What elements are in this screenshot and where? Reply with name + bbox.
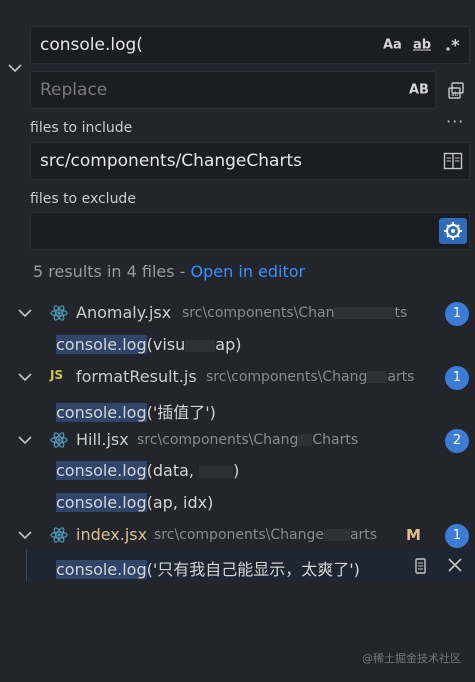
file-row-formatresult[interactable]: JS formatResult.js src\components\Chang a… [0, 362, 475, 393]
include-input[interactable]: src/components/ChangeCharts [30, 142, 470, 180]
react-icon [50, 431, 68, 453]
replace-icon[interactable] [412, 556, 430, 580]
match-whole-word-button[interactable]: ab [413, 38, 431, 53]
gear-icon [444, 222, 462, 240]
include-label: files to include [30, 120, 133, 136]
replace-all-icon[interactable]: ab [447, 80, 467, 104]
toggle-replace-chevron-icon[interactable] [8, 58, 22, 77]
preserve-case-button[interactable]: AB [409, 83, 429, 98]
file-name: formatResult.js [76, 367, 197, 386]
file-path: src\components\Chan ts [182, 305, 408, 321]
use-exclude-settings-button[interactable] [439, 218, 467, 244]
react-icon [50, 304, 68, 326]
react-icon [50, 526, 68, 548]
match-case-button[interactable]: Aa [383, 38, 402, 53]
modified-status: M [406, 526, 421, 544]
svg-text:ab: ab [451, 91, 459, 98]
use-regex-button[interactable]: .* [445, 36, 459, 55]
include-input-value: src/components/ChangeCharts [40, 151, 302, 171]
match-line[interactable]: console.log(data, ) [56, 461, 239, 480]
match-count-badge: 2 [445, 429, 469, 453]
file-row-hill[interactable]: Hill.jsx src\components\Chang Charts 2 [0, 425, 475, 456]
results-count-text: 5 results in 4 files - [33, 262, 191, 281]
file-row-anomaly[interactable]: Anomaly.jsx src\components\Chan ts 1 [0, 298, 475, 329]
match-count-badge: 1 [445, 302, 469, 326]
open-in-editor-link[interactable]: Open in editor [191, 262, 306, 281]
watermark: @稀土掘金技术社区 [362, 652, 461, 665]
exclude-label: files to exclude [30, 191, 136, 207]
file-name: Hill.jsx [76, 430, 129, 449]
find-input[interactable]: console.log( Aa ab .* [30, 26, 470, 64]
js-icon: JS [50, 368, 64, 382]
replace-placeholder: Replace [40, 80, 108, 100]
match-line[interactable]: console.log('只有我自己能显示，太爽了') [56, 556, 360, 580]
find-input-value: console.log( [40, 35, 143, 55]
chevron-down-icon[interactable] [18, 430, 32, 449]
file-path: src\components\Chang arts [206, 369, 415, 385]
chevron-down-icon[interactable] [18, 367, 32, 386]
dismiss-icon[interactable] [447, 557, 463, 577]
results-summary: 5 results in 4 files - Open in editor [33, 262, 305, 281]
match-line[interactable]: console.log(visu ap) [56, 335, 241, 354]
match-line[interactable]: console.log(ap, idx) [56, 493, 213, 512]
open-editors-only-icon[interactable] [443, 152, 463, 174]
more-actions-icon[interactable]: ··· [446, 112, 464, 131]
chevron-down-icon[interactable] [18, 525, 32, 544]
file-name: Anomaly.jsx [76, 303, 172, 322]
chevron-down-icon[interactable] [18, 303, 32, 322]
file-path: src\components\Change arts [154, 527, 378, 543]
match-count-badge: 1 [445, 524, 469, 548]
exclude-input[interactable] [30, 212, 470, 250]
match-count-badge: 1 [445, 366, 469, 390]
file-row-index[interactable]: index.jsx src\components\Change arts M 1 [0, 520, 475, 551]
replace-input[interactable]: Replace AB [30, 71, 436, 109]
top-bar [0, 0, 475, 8]
file-name: index.jsx [76, 525, 148, 544]
file-path: src\components\Chang Charts [137, 432, 359, 448]
match-line[interactable]: console.log('插值了') [56, 399, 216, 423]
